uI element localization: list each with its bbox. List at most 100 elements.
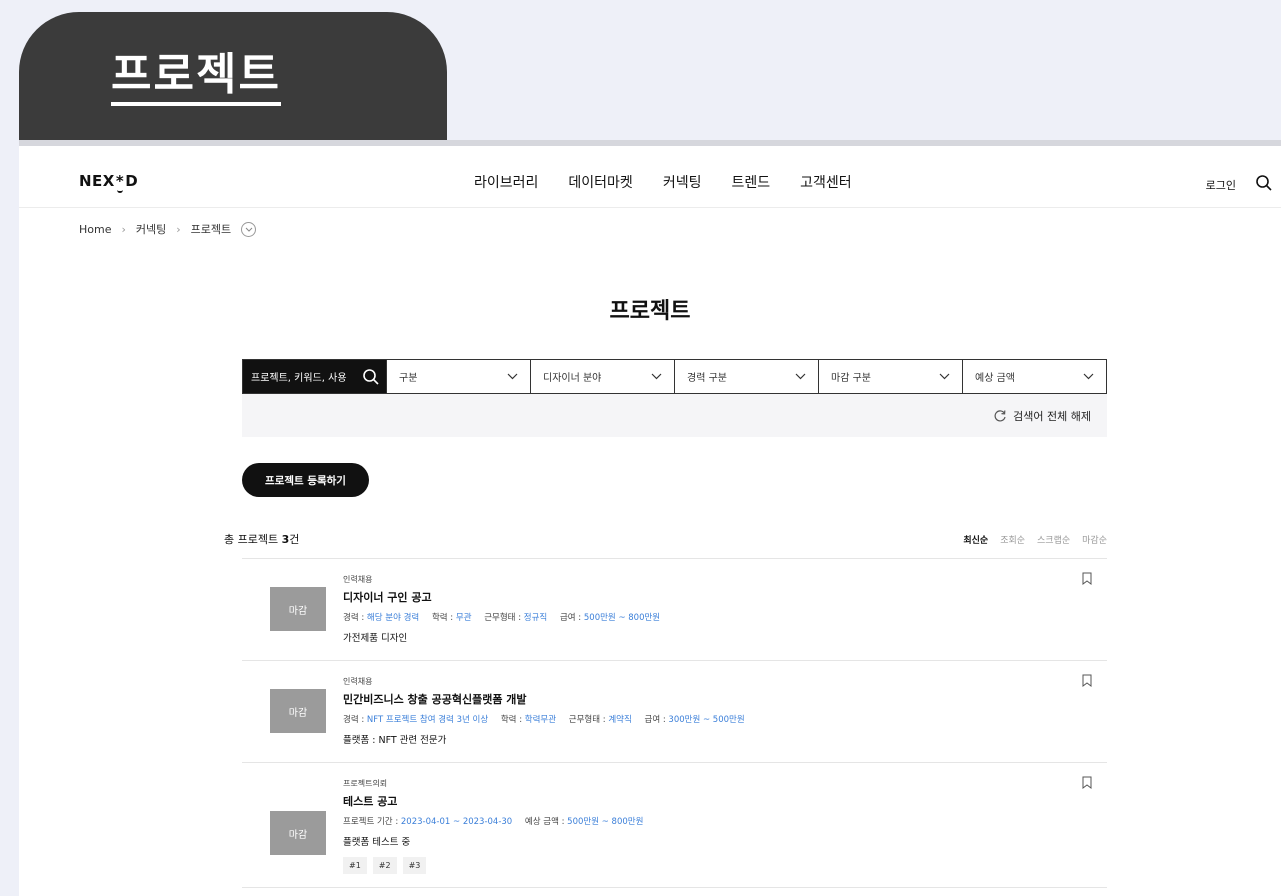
browser-page: NEX*D 라이브러리 데이터마켓 커넥팅 트렌드 고객센터 로그인 Home … [19, 146, 1281, 896]
nav-item-datamarket[interactable]: 데이터마켓 [568, 172, 632, 192]
chevron-down-icon [1083, 373, 1094, 380]
breadcrumb-home[interactable]: Home [79, 223, 111, 236]
meta-value: 해당 분야 경력 [366, 613, 420, 623]
list-item[interactable]: 마감 인력채용 디자이너 구인 공고 경력 : 해당 분야 경력 학력 : 무관… [242, 559, 1107, 661]
item-desc: 플랫폼 : NFT 관련 전문가 [343, 735, 447, 746]
filter-bar: 프로젝트, 키워드, 사용 구분 디자이너 분야 경력 구분 마감 구분 예상 … [242, 359, 1107, 394]
meta-key: 급여 : [644, 715, 669, 725]
bookmark-icon[interactable] [1082, 776, 1092, 789]
item-category: 인력채용 [343, 575, 373, 584]
main-menu: 라이브러리 데이터마켓 커넥팅 트렌드 고객센터 [474, 172, 852, 192]
meta-value: 학력무관 [524, 715, 557, 725]
bookmark-icon[interactable] [1082, 572, 1092, 585]
tag[interactable]: #1 [343, 857, 367, 874]
login-link[interactable]: 로그인 [1206, 177, 1236, 193]
item-meta: 프로젝트 기간 : 2023-04-01 ~ 2023-04-30 예상 금액 … [343, 815, 643, 827]
meta-key: 경력 : [343, 613, 367, 623]
total-suffix: 건 [289, 533, 300, 546]
breadcrumb-connecting[interactable]: 커넥팅 [136, 221, 166, 237]
breadcrumb-project[interactable]: 프로젝트 [191, 221, 231, 237]
total-prefix: 총 프로젝트 [224, 533, 282, 546]
reset-bar: 검색어 전체 해제 [242, 394, 1107, 437]
tag[interactable]: #2 [372, 857, 397, 874]
tag-list: #1 #2 #3 [343, 857, 643, 874]
sort-deadline[interactable]: 마감순 [1082, 533, 1107, 546]
status-thumbnail: 마감 [270, 587, 326, 631]
select-label: 예상 금액 [975, 373, 1015, 384]
select-designer-field[interactable]: 디자이너 분야 [530, 360, 674, 393]
select-label: 디자이너 분야 [543, 373, 602, 384]
breadcrumb: Home › 커넥팅 › 프로젝트 [79, 221, 257, 237]
meta-key: 근무형태 : [484, 613, 524, 623]
meta-key: 학력 : [431, 613, 456, 623]
select-career[interactable]: 경력 구분 [674, 360, 818, 393]
item-desc: 가전제품 디자인 [343, 633, 408, 644]
item-meta: 경력 : 해당 분야 경력 학력 : 무관 근무형태 : 정규직 급여 : 50… [343, 611, 660, 623]
meta-key: 프로젝트 기간 : [343, 817, 401, 827]
item-body: 프로젝트의뢰 테스트 공고 프로젝트 기간 : 2023-04-01 ~ 202… [343, 778, 643, 874]
chevron-down-icon [939, 373, 950, 380]
meta-value: 무관 [455, 613, 472, 623]
chevron-down-icon [795, 373, 806, 380]
item-category: 프로젝트의뢰 [343, 779, 388, 788]
reset-filters-button[interactable]: 검색어 전체 해제 [993, 408, 1091, 424]
chevron-down-icon [507, 373, 518, 380]
list-item[interactable]: 마감 프로젝트의뢰 테스트 공고 프로젝트 기간 : 2023-04-01 ~ … [242, 763, 1107, 888]
meta-key: 급여 : [559, 613, 584, 623]
status-thumbnail: 마감 [270, 811, 326, 855]
item-body: 인력채용 디자이너 구인 공고 경력 : 해당 분야 경력 학력 : 무관 근무… [343, 574, 660, 644]
select-deadline[interactable]: 마감 구분 [818, 360, 962, 393]
refresh-icon [994, 410, 1006, 422]
sort-views[interactable]: 조회순 [1000, 533, 1025, 546]
bookmark-icon[interactable] [1082, 674, 1092, 687]
logo-text-right: D [125, 172, 139, 190]
item-title[interactable]: 디자이너 구인 공고 [343, 589, 660, 605]
search-icon[interactable] [1255, 174, 1273, 192]
item-desc: 플랫폼 테스트 중 [343, 837, 411, 848]
logo-star: * [115, 172, 125, 193]
chevron-down-icon [651, 373, 662, 380]
search-placeholder: 프로젝트, 키워드, 사용 [251, 373, 347, 384]
nav-item-connecting[interactable]: 커넥팅 [663, 172, 702, 192]
heading-text: 프로젝트 [111, 48, 281, 106]
select-category[interactable]: 구분 [386, 360, 530, 393]
sort-latest[interactable]: 최신순 [963, 533, 988, 546]
page-title: 프로젝트 [609, 299, 691, 324]
sort-options: 최신순 조회순 스크랩순 마감순 [963, 533, 1107, 546]
chevron-right-icon: › [121, 222, 126, 236]
meta-value: NFT 프로젝트 참여 경력 3년 이상 [366, 715, 489, 725]
nav-item-library[interactable]: 라이브러리 [474, 172, 538, 192]
item-category: 인력채용 [343, 677, 373, 686]
item-title[interactable]: 민간비즈니스 창출 공공혁신플랫폼 개발 [343, 691, 745, 707]
search-input[interactable]: 프로젝트, 키워드, 사용 [243, 360, 386, 393]
project-list: 마감 인력채용 디자이너 구인 공고 경력 : 해당 분야 경력 학력 : 무관… [242, 558, 1107, 888]
meta-value: 500만원 ~ 800만원 [583, 613, 661, 623]
nav-item-support[interactable]: 고객센터 [800, 172, 852, 192]
meta-value: 2023-04-01 ~ 2023-04-30 [400, 817, 513, 827]
sort-scraps[interactable]: 스크랩순 [1037, 533, 1070, 546]
register-project-button[interactable]: 프로젝트 등록하기 [242, 463, 369, 497]
meta-key: 근무형태 : [568, 715, 609, 725]
tag[interactable]: #3 [402, 857, 427, 874]
logo[interactable]: NEX*D [79, 172, 139, 193]
logo-text-left: NEX [79, 172, 115, 190]
meta-value: 계약직 [608, 715, 632, 725]
total-count: 총 프로젝트 3건 [224, 531, 299, 547]
meta-key: 예상 금액 : [524, 817, 568, 827]
search-icon[interactable] [362, 368, 380, 386]
select-budget[interactable]: 예상 금액 [962, 360, 1106, 393]
select-label: 경력 구분 [687, 373, 727, 384]
item-body: 인력채용 민간비즈니스 창출 공공혁신플랫폼 개발 경력 : NFT 프로젝트 … [343, 676, 745, 746]
item-meta: 경력 : NFT 프로젝트 참여 경력 3년 이상 학력 : 학력무관 근무형태… [343, 713, 745, 725]
meta-value: 정규직 [523, 613, 548, 623]
select-label: 구분 [399, 373, 418, 384]
chevron-down-circle-icon[interactable] [241, 221, 257, 237]
meta-key: 경력 : [343, 715, 367, 725]
select-label: 마감 구분 [831, 373, 871, 384]
global-nav: NEX*D 라이브러리 데이터마켓 커넥팅 트렌드 고객센터 로그인 [19, 146, 1281, 208]
status-thumbnail: 마감 [270, 689, 326, 733]
nav-item-trend[interactable]: 트렌드 [731, 172, 770, 192]
list-item[interactable]: 마감 인력채용 민간비즈니스 창출 공공혁신플랫폼 개발 경력 : NFT 프로… [242, 661, 1107, 763]
item-title[interactable]: 테스트 공고 [343, 793, 643, 809]
chevron-right-icon: › [176, 222, 181, 236]
